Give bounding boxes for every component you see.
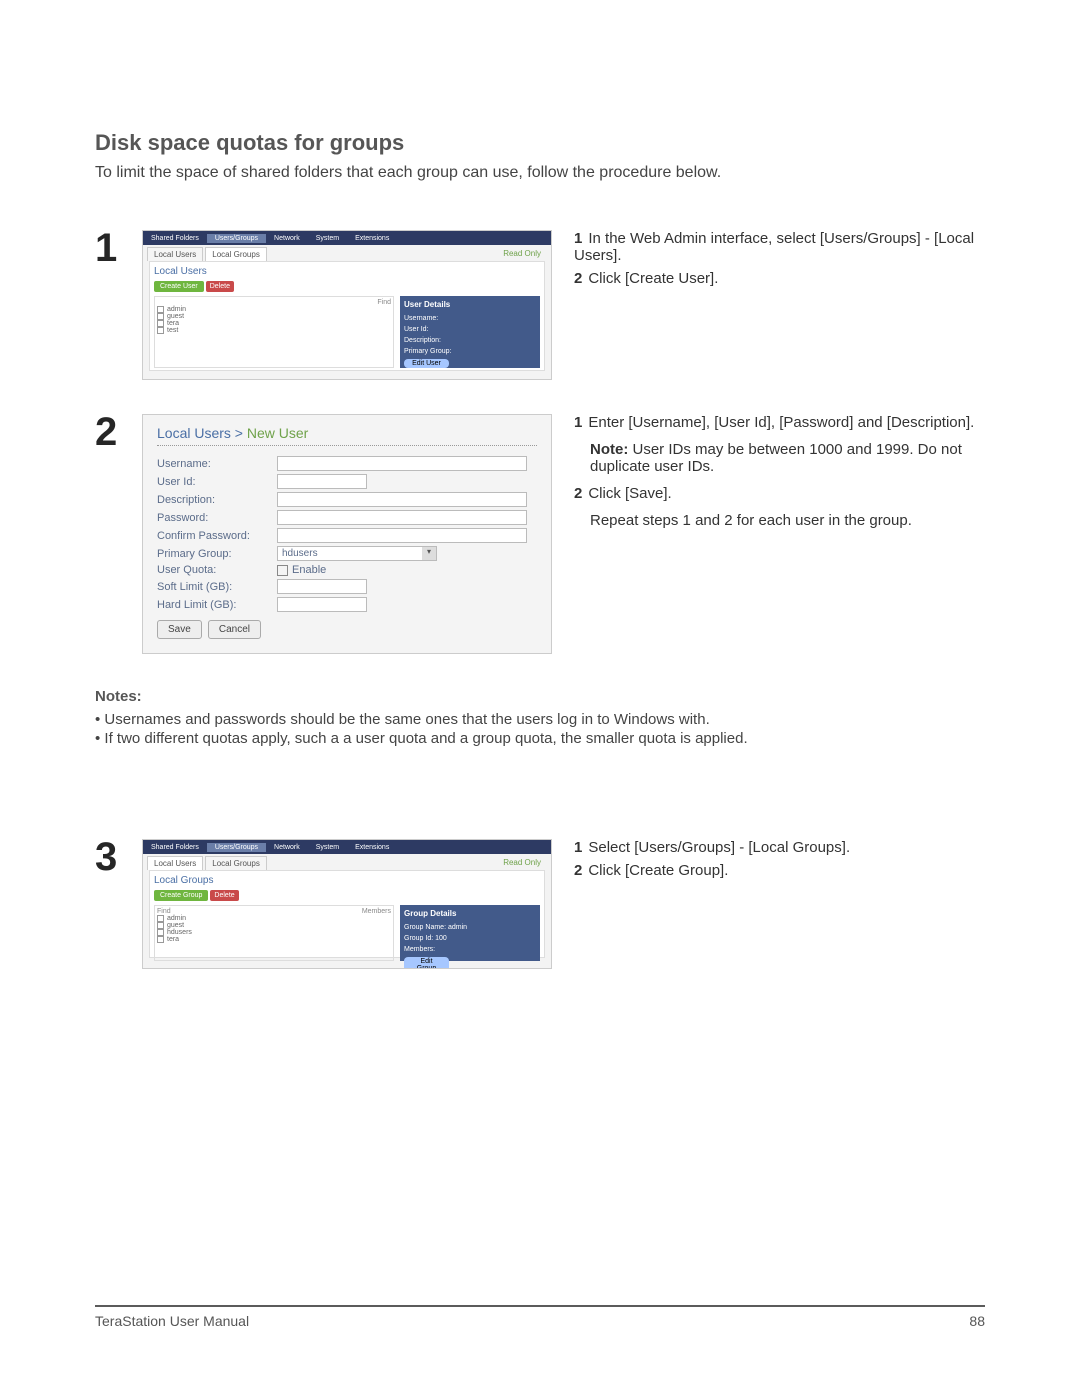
list-item[interactable]: guest bbox=[157, 922, 391, 929]
step1-instruction-2: 2Click [Create User]. bbox=[574, 270, 985, 287]
tab-shared-folders[interactable]: Shared Folders bbox=[143, 234, 207, 243]
delete-button[interactable]: Delete bbox=[206, 281, 234, 292]
group-details-panel: Group Details Group Name: admin Group Id… bbox=[400, 905, 540, 961]
step-3-row: 3 Shared Folders Users/Groups Network Sy… bbox=[95, 839, 985, 969]
page-title: Disk space quotas for groups bbox=[95, 130, 985, 156]
cancel-button[interactable]: Cancel bbox=[208, 620, 261, 639]
list-item[interactable]: admin bbox=[157, 306, 391, 313]
tab-users-groups[interactable]: Users/Groups bbox=[207, 234, 266, 243]
tab-extensions[interactable]: Extensions bbox=[347, 234, 397, 243]
step1-instruction-1: 1In the Web Admin interface, select [Use… bbox=[574, 230, 985, 264]
find-label: Find bbox=[157, 908, 171, 915]
page-footer: TeraStation User Manual 88 bbox=[95, 1305, 985, 1329]
step-2-number: 2 bbox=[95, 414, 120, 654]
description-input[interactable] bbox=[277, 492, 527, 507]
step2-note: Note: User IDs may be between 1000 and 1… bbox=[574, 441, 985, 475]
userid-input[interactable] bbox=[277, 474, 367, 489]
user-quota-label: User Quota: bbox=[157, 564, 277, 576]
detail-row: Group Id: 100 bbox=[404, 935, 536, 942]
subtab-local-users[interactable]: Local Users bbox=[147, 856, 203, 870]
password-label: Password: bbox=[157, 512, 277, 524]
note-bullet-1: • Usernames and passwords should be the … bbox=[95, 711, 985, 728]
detail-description: Description: bbox=[404, 337, 536, 344]
detail-row: Group Name: admin bbox=[404, 924, 536, 931]
panel-title: Local Groups bbox=[154, 875, 540, 886]
list-item[interactable]: tera bbox=[157, 320, 391, 327]
step3-instruction-2: 2Click [Create Group]. bbox=[574, 862, 985, 879]
password-input[interactable] bbox=[277, 510, 527, 525]
footer-manual-title: TeraStation User Manual bbox=[95, 1313, 249, 1329]
list-item[interactable]: guest bbox=[157, 313, 391, 320]
detail-userid: User Id: bbox=[404, 326, 536, 333]
enable-quota-checkbox[interactable] bbox=[277, 565, 288, 576]
step3-instruction-1: 1Select [Users/Groups] - [Local Groups]. bbox=[574, 839, 985, 856]
list-item[interactable]: admin bbox=[157, 915, 391, 922]
enable-label: Enable bbox=[292, 564, 326, 576]
primary-group-select[interactable]: hdusers▾ bbox=[277, 546, 437, 561]
readonly-link[interactable]: Read Only bbox=[503, 858, 547, 867]
username-input[interactable] bbox=[277, 456, 527, 471]
readonly-link[interactable]: Read Only bbox=[503, 249, 547, 258]
hard-limit-label: Hard Limit (GB): bbox=[157, 599, 277, 611]
confirm-password-input[interactable] bbox=[277, 528, 527, 543]
edit-user-button[interactable]: Edit User bbox=[404, 359, 449, 368]
hard-limit-input[interactable] bbox=[277, 597, 367, 612]
soft-limit-input[interactable] bbox=[277, 579, 367, 594]
description-label: Description: bbox=[157, 494, 277, 506]
screenshot-2: Local Users > New User Username: User Id… bbox=[142, 414, 552, 654]
breadcrumb: Local Users > New User bbox=[157, 425, 537, 446]
create-user-button[interactable]: Create User bbox=[154, 281, 204, 292]
panel-title: Local Users bbox=[154, 266, 540, 277]
user-list[interactable]: Find admin guest tera test bbox=[154, 296, 394, 368]
subtab-local-groups[interactable]: Local Groups bbox=[205, 247, 267, 261]
detail-username: Username: bbox=[404, 315, 536, 322]
primary-group-label: Primary Group: bbox=[157, 548, 277, 560]
user-details-panel: User Details Username: User Id: Descript… bbox=[400, 296, 540, 368]
step-3-number: 3 bbox=[95, 839, 120, 969]
delete-button[interactable]: Delete bbox=[210, 890, 238, 901]
screenshot-3: Shared Folders Users/Groups Network Syst… bbox=[142, 839, 552, 969]
details-heading: User Details bbox=[404, 300, 536, 309]
confirm-password-label: Confirm Password: bbox=[157, 530, 277, 542]
detail-primary-group: Primary Group: bbox=[404, 348, 536, 355]
tab-system[interactable]: System bbox=[308, 234, 347, 243]
note-bullet-2: • If two different quotas apply, such a … bbox=[95, 730, 985, 747]
intro-text: To limit the space of shared folders tha… bbox=[95, 164, 985, 182]
subtab-local-users[interactable]: Local Users bbox=[147, 247, 203, 261]
tab-system[interactable]: System bbox=[308, 843, 347, 852]
list-item[interactable]: hdusers bbox=[157, 929, 391, 936]
tab-network[interactable]: Network bbox=[266, 843, 308, 852]
soft-limit-label: Soft Limit (GB): bbox=[157, 581, 277, 593]
footer-page-number: 88 bbox=[969, 1313, 985, 1329]
breadcrumb-new-user: New User bbox=[247, 425, 308, 441]
tab-network[interactable]: Network bbox=[266, 234, 308, 243]
screenshot-1: Shared Folders Users/Groups Network Syst… bbox=[142, 230, 552, 380]
subtab-local-groups[interactable]: Local Groups bbox=[205, 856, 267, 870]
tab-extensions[interactable]: Extensions bbox=[347, 843, 397, 852]
step-1-row: 1 Shared Folders Users/Groups Network Sy… bbox=[95, 230, 985, 380]
list-item[interactable]: tera bbox=[157, 936, 391, 943]
details-heading: Group Details bbox=[404, 909, 536, 918]
list-item[interactable]: test bbox=[157, 327, 391, 334]
tab-shared-folders[interactable]: Shared Folders bbox=[143, 843, 207, 852]
step2-instruction-1: 1Enter [Username], [User Id], [Password]… bbox=[574, 414, 985, 431]
step-1-number: 1 bbox=[95, 230, 120, 380]
save-button[interactable]: Save bbox=[157, 620, 202, 639]
username-label: Username: bbox=[157, 458, 277, 470]
group-list[interactable]: Find Members admin guest hdusers tera bbox=[154, 905, 394, 961]
breadcrumb-local-users[interactable]: Local Users bbox=[157, 425, 231, 441]
step2-repeat: Repeat steps 1 and 2 for each user in th… bbox=[574, 512, 985, 529]
detail-row: Members: bbox=[404, 946, 536, 953]
step2-instruction-2: 2Click [Save]. bbox=[574, 485, 985, 502]
find-label: Find bbox=[157, 299, 391, 306]
members-label: Members bbox=[362, 908, 391, 915]
notes-heading: Notes: bbox=[95, 688, 985, 705]
step-2-row: 2 Local Users > New User Username: User … bbox=[95, 414, 985, 654]
create-group-button[interactable]: Create Group bbox=[154, 890, 208, 901]
userid-label: User Id: bbox=[157, 476, 277, 488]
edit-group-button[interactable]: Edit Group bbox=[404, 957, 449, 969]
chevron-down-icon: ▾ bbox=[422, 547, 436, 560]
tab-users-groups[interactable]: Users/Groups bbox=[207, 843, 266, 852]
